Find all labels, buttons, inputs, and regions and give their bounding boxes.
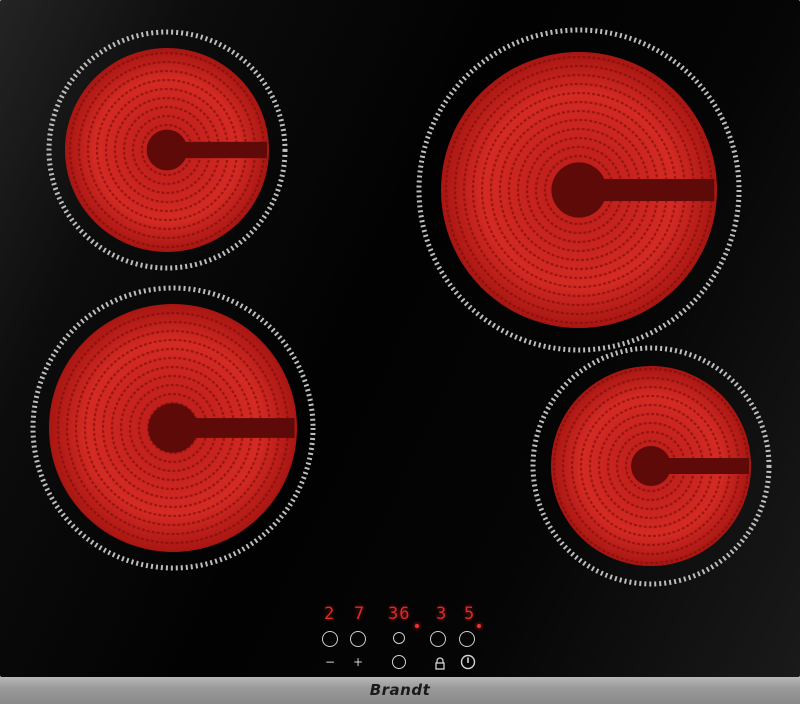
select-zone-button-1[interactable] xyxy=(322,631,338,647)
zone-terminal xyxy=(167,141,267,159)
select-zone-button-4[interactable] xyxy=(459,631,475,647)
display-rear-right: 3 xyxy=(436,604,448,624)
zone-indicator-dot xyxy=(477,624,481,628)
cooking-zones xyxy=(30,27,772,587)
zone-terminal xyxy=(579,178,715,202)
power-icon[interactable] xyxy=(460,654,476,670)
cooking-zone-front-right xyxy=(530,345,772,587)
minus-button[interactable]: − xyxy=(322,655,338,669)
display-front-left: 2 xyxy=(324,604,336,624)
display-rear-left: 7 xyxy=(354,604,366,624)
zone-terminal xyxy=(651,458,749,474)
display-front-right: 5 xyxy=(464,604,476,624)
select-zone-button-2[interactable] xyxy=(350,631,366,647)
display-timer: 36 xyxy=(388,604,411,624)
select-zone-button-3[interactable] xyxy=(430,631,446,647)
ceramic-hob: 2 7 36 3 5 − + Brandt xyxy=(0,0,800,704)
zone-terminal xyxy=(173,418,295,438)
brand-logo: Brandt xyxy=(369,681,431,699)
cooking-zone-front-left xyxy=(30,285,316,571)
key-lock-icon[interactable] xyxy=(433,656,447,670)
timer-icon xyxy=(393,632,405,644)
timer-button[interactable] xyxy=(392,655,406,669)
cooking-zone-rear-left xyxy=(46,29,288,271)
cooking-zone-rear-right xyxy=(416,27,742,353)
timer-indicator-dot xyxy=(415,624,419,628)
plus-button[interactable]: + xyxy=(350,655,366,669)
